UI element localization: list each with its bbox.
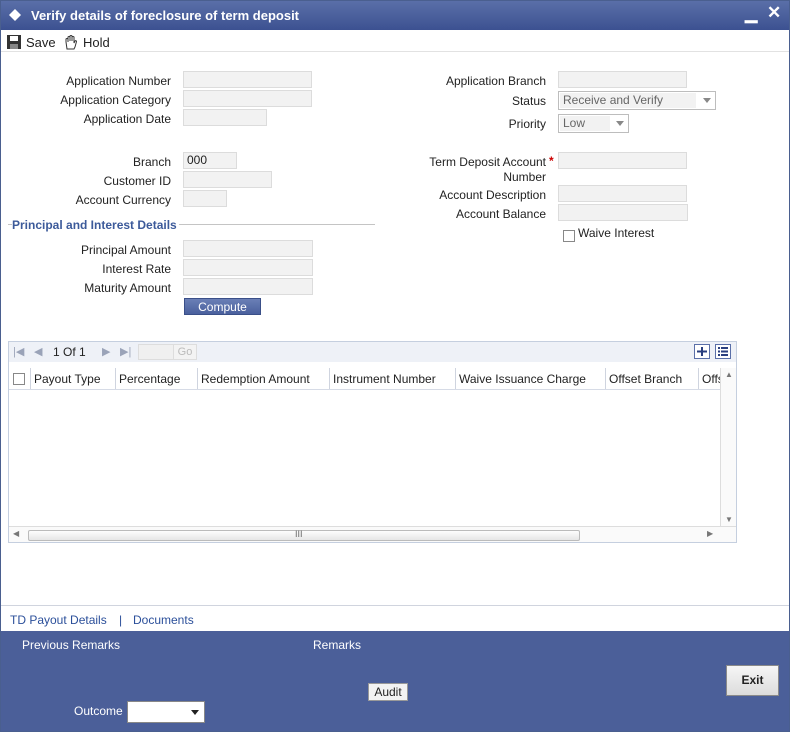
diamond-icon (9, 9, 21, 21)
account-currency-label: Account Currency (75, 193, 171, 207)
scroll-grip: III (295, 529, 303, 539)
column-header[interactable]: Percentage (116, 368, 198, 389)
column-header[interactable]: Offs (699, 368, 721, 389)
column-header[interactable]: Waive Issuance Charge (456, 368, 606, 389)
column-header[interactable]: Redemption Amount (198, 368, 330, 389)
select-all-cell (9, 368, 31, 389)
account-balance-field[interactable] (558, 204, 688, 221)
status-label: Status (511, 94, 546, 108)
column-header[interactable]: Payout Type (31, 368, 116, 389)
go-button[interactable]: Go (173, 344, 197, 360)
priority-select[interactable]: Low (558, 114, 629, 133)
account-balance-label: Account Balance (455, 207, 546, 221)
link-separator: | (119, 613, 123, 627)
scroll-right-icon[interactable]: ▶ (707, 529, 713, 538)
window-title: Verify details of foreclosure of term de… (31, 8, 300, 23)
td-account-number-field[interactable] (558, 152, 687, 169)
td-account-label-line2: Number (503, 170, 546, 184)
first-page-icon[interactable]: |◀ (13, 345, 24, 358)
toolbar: Save Hold (1, 30, 789, 52)
waive-interest-checkbox[interactable] (563, 230, 575, 242)
select-all-checkbox[interactable] (13, 373, 25, 385)
application-category-label: Application Category (60, 93, 171, 107)
column-header[interactable]: Offset Branch (606, 368, 699, 389)
minimize-button[interactable]: ▁ (745, 4, 757, 24)
page-indicator: 1 Of 1 (53, 345, 86, 359)
hand-icon (65, 35, 78, 50)
page-number-input[interactable] (138, 344, 174, 360)
application-number-label: Application Number (66, 74, 171, 88)
plus-icon (697, 347, 707, 356)
status-value: Receive and Verify (563, 93, 664, 107)
interest-rate-label: Interest Rate (102, 262, 171, 276)
chevron-down-icon (703, 98, 711, 103)
application-category-field[interactable] (183, 90, 312, 107)
application-date-label: Application Date (83, 112, 171, 126)
td-payout-details-link[interactable]: TD Payout Details (10, 613, 107, 627)
outcome-label: Outcome (74, 704, 123, 718)
maturity-amount-field[interactable] (183, 278, 313, 295)
priority-value: Low (563, 116, 586, 130)
scroll-down-icon[interactable]: ▼ (725, 515, 733, 524)
foreclosure-verify-window: Verify details of foreclosure of term de… (0, 0, 790, 732)
remarks-label: Remarks (313, 638, 362, 652)
compute-button[interactable]: Compute (184, 298, 261, 315)
scroll-left-icon[interactable]: ◀ (13, 529, 19, 538)
vertical-scrollbar[interactable]: ▲ ▼ (720, 368, 736, 526)
horizontal-scrollbar[interactable]: ◀ III ▶ (9, 526, 736, 542)
title-bar: Verify details of foreclosure of term de… (1, 1, 789, 30)
chevron-down-icon (191, 710, 199, 715)
grid-header: Payout Type Percentage Redemption Amount… (9, 368, 721, 390)
grid-pager: |◀ ◀ 1 Of 1 ▶ ▶| Go (9, 342, 736, 362)
remarks-panel: Previous Remarks Remarks Audit Exit Outc… (1, 631, 789, 731)
next-page-icon[interactable]: ▶ (102, 345, 110, 358)
audit-button[interactable]: Audit (368, 683, 408, 701)
customer-id-field[interactable] (183, 171, 272, 188)
documents-link[interactable]: Documents (133, 613, 194, 627)
list-icon (718, 347, 728, 356)
view-list-button[interactable] (715, 344, 731, 359)
save-label: Save (26, 34, 56, 50)
application-branch-label: Application Branch (445, 74, 546, 88)
account-description-field[interactable] (558, 185, 687, 202)
close-button[interactable]: ✕ (767, 3, 781, 23)
waive-interest-label: Waive Interest (578, 226, 655, 240)
save-icon (7, 35, 21, 49)
hold-button[interactable]: Hold (63, 33, 110, 51)
scroll-thumb[interactable]: III (28, 529, 580, 541)
column-header[interactable]: Instrument Number (330, 368, 456, 389)
customer-id-label: Customer ID (103, 174, 171, 188)
required-marker: * (549, 154, 554, 168)
exit-button[interactable]: Exit (726, 665, 779, 696)
subscreen-links: TD Payout Details | Documents (1, 605, 789, 631)
chevron-down-icon (616, 121, 624, 126)
prev-page-icon[interactable]: ◀ (34, 345, 42, 358)
application-branch-field[interactable] (558, 71, 687, 88)
save-button[interactable]: Save (6, 33, 56, 51)
outcome-select[interactable] (127, 701, 205, 723)
scroll-up-icon[interactable]: ▲ (725, 370, 733, 379)
priority-label: Priority (508, 117, 546, 131)
branch-field[interactable]: 000 (183, 152, 237, 169)
principal-amount-label: Principal Amount (80, 243, 171, 257)
payout-grid: |◀ ◀ 1 Of 1 ▶ ▶| Go Payout Type Percenta… (8, 341, 737, 543)
interest-rate-field[interactable] (183, 259, 313, 276)
td-account-label: Term Deposit Account (429, 155, 546, 169)
branch-label: Branch (132, 155, 171, 169)
hold-label: Hold (83, 34, 110, 50)
status-select[interactable]: Receive and Verify (558, 91, 716, 110)
maturity-amount-label: Maturity Amount (84, 281, 171, 295)
add-row-button[interactable] (694, 344, 710, 359)
principal-section-title: Principal and Interest Details (12, 218, 179, 232)
previous-remarks-label: Previous Remarks (22, 638, 121, 652)
account-currency-field[interactable] (183, 190, 227, 207)
account-description-label: Account Description (439, 188, 546, 202)
last-page-icon[interactable]: ▶| (120, 345, 131, 358)
application-date-field[interactable] (183, 109, 267, 126)
principal-amount-field[interactable] (183, 240, 313, 257)
application-number-field[interactable] (183, 71, 312, 88)
